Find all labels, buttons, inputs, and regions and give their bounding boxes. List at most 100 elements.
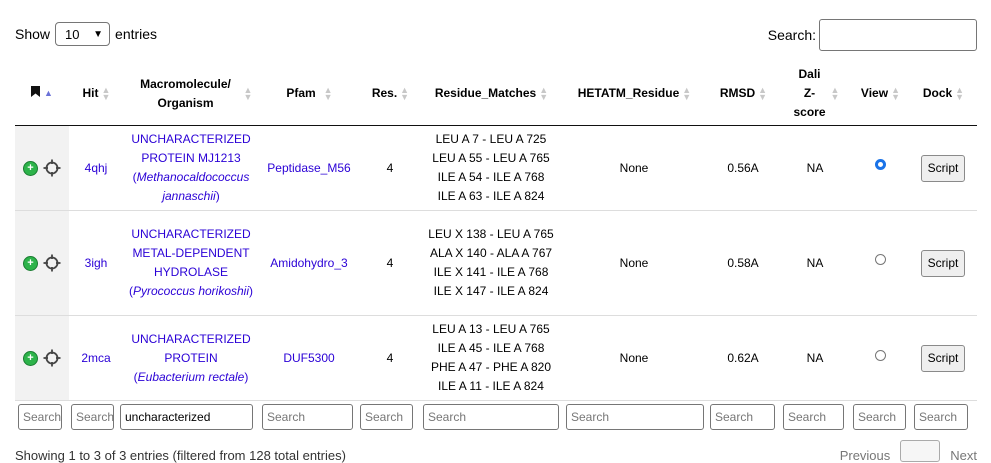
column-header-label: Res. [371, 86, 398, 100]
column-header-macromolecule[interactable]: Macromolecule/ Organism ▲ ▼ [123, 62, 259, 125]
bookmark-icon [31, 84, 41, 103]
macromolecule-cell: UNCHARACTERIZED PROTEIN (Eubacterium rect… [123, 316, 259, 400]
macromolecule-link[interactable]: UNCHARACTERIZED PROTEIN MJ1213 (Methanoca… [131, 130, 251, 206]
residue-match: ILE A 45 - ILE A 768 [437, 341, 545, 355]
column-header-label: HETATM_Residue [577, 86, 680, 100]
macromolecule-cell: UNCHARACTERIZED METAL-DEPENDENT HYDROLAS… [123, 211, 259, 315]
dali-cell: NA [806, 255, 824, 270]
entries-select[interactable]: 10 ▼ [55, 22, 111, 46]
sort-icon: ▲ ▼ [758, 84, 768, 102]
column-header-res[interactable]: Res. ▲ ▼ [359, 62, 421, 125]
show-label: Show [15, 26, 51, 42]
dali-cell: NA [806, 350, 824, 365]
residue-match: ALA X 140 - ALA A 767 [429, 246, 553, 260]
pfam-cell: Peptidase_M56 [259, 126, 359, 210]
column-header-label: View [860, 86, 889, 100]
table-row: + 3igh UNCHARACTERIZED METAL-DEPENDENT H… [15, 211, 977, 316]
bookmark-column-header[interactable]: ▲ [15, 62, 69, 125]
script-button[interactable]: Script [920, 344, 966, 372]
pfam-link[interactable]: DUF5300 [283, 349, 334, 368]
pfam-cell: DUF5300 [259, 316, 359, 400]
macromolecule-link[interactable]: UNCHARACTERIZED METAL-DEPENDENT HYDROLAS… [125, 225, 257, 301]
column-header-view[interactable]: View ▲ ▼ [851, 62, 909, 125]
sort-icon: ▲ ▼ [830, 84, 840, 102]
entries-select-value: 10 [65, 26, 80, 42]
macromolecule-name: UNCHARACTERIZED METAL-DEPENDENT HYDROLAS… [131, 227, 251, 279]
hetatm-cell: None [619, 160, 649, 175]
column-header-label: Dock [922, 86, 953, 100]
hit-cell: 3igh [69, 211, 123, 315]
sort-icon: ▲ ▼ [682, 84, 692, 102]
residue-match: PHE A 47 - PHE A 820 [430, 360, 552, 374]
filter-input-res[interactable]: Search [360, 404, 413, 430]
expand-plus-icon[interactable]: + [23, 350, 38, 366]
crosshair-icon[interactable] [43, 159, 61, 177]
page-length-control: Show 10 ▼ entries [15, 22, 157, 46]
filter-input-residue-matches[interactable]: Search [423, 404, 559, 430]
residue-match: LEU A 55 - LEU A 765 [432, 151, 550, 165]
organism-name: Methanocaldococcus jannaschii [136, 170, 250, 203]
pfam-link[interactable]: Peptidase_M56 [267, 159, 350, 178]
script-button[interactable]: Script [920, 249, 966, 277]
crosshair-icon[interactable] [43, 254, 61, 272]
filter-input-macromolecule[interactable]: uncharacterized [120, 404, 253, 430]
rmsd-cell: 0.56A [727, 160, 759, 175]
hit-link[interactable]: 3igh [85, 254, 108, 273]
column-header-dock[interactable]: Dock ▲ ▼ [909, 62, 977, 125]
rmsd-cell: 0.62A [727, 350, 759, 365]
column-header-label: Residue_Matches [434, 86, 537, 100]
column-header-residue-matches[interactable]: Residue_Matches ▲ ▼ [421, 62, 561, 125]
column-header-rmsd[interactable]: RMSD ▲ ▼ [707, 62, 779, 125]
hetatm-cell: None [619, 255, 649, 270]
view-cell [851, 211, 909, 315]
filter-input-pfam[interactable]: Search [262, 404, 353, 430]
view-radio[interactable] [874, 159, 886, 170]
script-button[interactable]: Script [920, 154, 966, 182]
filter-input-hetatm[interactable]: Search [566, 404, 704, 430]
filter-input-bookmark[interactable]: Search [18, 404, 62, 430]
column-filters: Search Search uncharacterized Search Sea… [15, 402, 977, 432]
table-header: ▲ Hit ▲ ▼ Macromolecule/ Organism ▲ ▼ Pfam… [15, 62, 977, 126]
column-header-hetatm[interactable]: HETATM_Residue ▲ ▼ [561, 62, 707, 125]
filter-input-hit[interactable]: Search [71, 404, 114, 430]
column-header-dali[interactable]: Dali Z- score ▲ ▼ [779, 62, 851, 125]
column-header-hit[interactable]: Hit ▲ ▼ [69, 62, 123, 125]
filter-input-view[interactable]: Search [853, 404, 906, 430]
organism-name: Pyrococcus horikoshii [132, 284, 250, 298]
hit-link[interactable]: 4qhj [85, 159, 108, 178]
search-label: Search: [767, 27, 816, 43]
column-header-label: Pfam [286, 86, 316, 100]
filter-input-dali[interactable]: Search [783, 404, 844, 430]
view-radio[interactable] [874, 254, 886, 265]
view-radio[interactable] [874, 350, 886, 361]
crosshair-icon[interactable] [43, 349, 61, 367]
sort-icon: ▲ ▼ [955, 84, 965, 102]
residue-match: ILE A 63 - ILE A 824 [437, 189, 545, 203]
residue-match: ILE A 11 - ILE A 824 [438, 379, 544, 393]
column-header-label: Hit [82, 86, 99, 100]
expand-plus-icon[interactable]: + [23, 255, 38, 271]
global-search: Search: [768, 19, 977, 51]
res-cell: 4 [386, 255, 394, 270]
pfam-link[interactable]: Amidohydro_3 [270, 254, 347, 273]
table-controls: Show 10 ▼ entries Search: [0, 0, 991, 60]
macromolecule-link[interactable]: UNCHARACTERIZED PROTEIN (Eubacterium rect… [126, 330, 256, 387]
sort-icon: ▲ ▼ [400, 84, 410, 102]
filter-input-rmsd[interactable]: Search [710, 404, 775, 430]
row-actions: + [15, 316, 69, 400]
column-header-label: Macromolecule/ Organism [140, 76, 231, 110]
expand-plus-icon[interactable]: + [23, 160, 38, 176]
hit-link[interactable]: 2mca [81, 349, 110, 368]
current-page-button[interactable] [900, 440, 941, 462]
column-header-pfam[interactable]: Pfam ▲ ▼ [259, 62, 359, 125]
sort-icon: ▲ ▼ [323, 84, 333, 102]
residue-match: LEU A 7 - LEU A 725 [435, 132, 547, 146]
dali-cell: NA [806, 160, 824, 175]
search-input[interactable] [819, 19, 977, 51]
sort-icon: ▲ ▼ [891, 84, 900, 102]
residue-matches-cell: LEU A 13 - LEU A 765 ILE A 45 - ILE A 76… [421, 316, 561, 400]
pfam-cell: Amidohydro_3 [259, 211, 359, 315]
macromolecule-name: UNCHARACTERIZED PROTEIN MJ1213 [131, 132, 251, 165]
filter-input-dock[interactable]: Search [914, 404, 968, 430]
pagination: Previous Next [840, 440, 977, 463]
